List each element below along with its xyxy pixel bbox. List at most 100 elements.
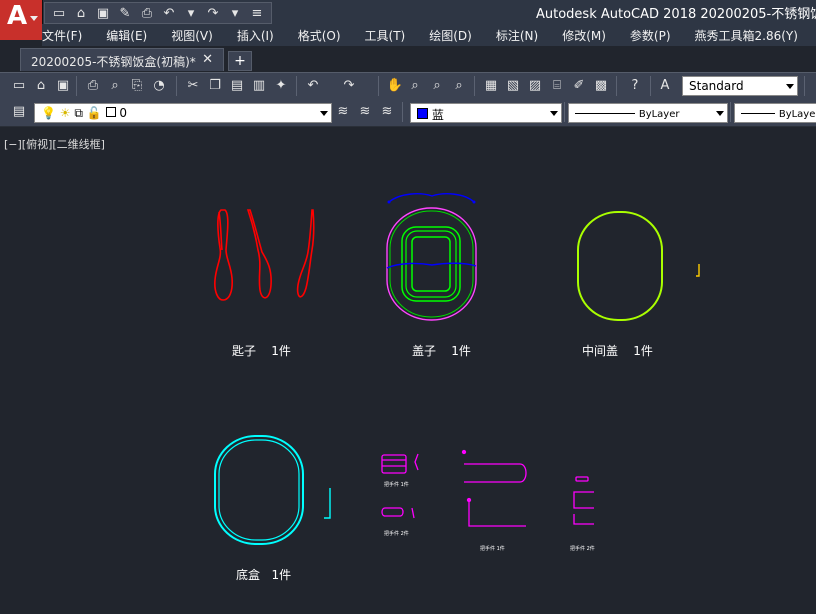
menu-file[interactable]: 文件(F) [42,24,82,46]
markup-icon[interactable]: ✐ [570,77,588,95]
part-label-spoon: 匙子 1件 [232,342,291,359]
zoom-realtime-icon[interactable]: ⌕ [406,77,424,95]
design-center-icon[interactable]: ▧ [504,77,522,95]
linetype-preview [575,113,635,114]
lightbulb-icon: 💡 [41,106,56,120]
layer-name: 0 [119,106,128,120]
close-icon[interactable]: ✕ [202,52,213,67]
plot-icon[interactable]: ⎙ [84,77,102,95]
small-part-name: 把手件 [384,482,400,488]
file-tab-bar: 20200205-不锈钢饭盒(初稿)* ✕ + [0,46,816,71]
sheet-set-icon[interactable]: ⌸ [548,77,566,95]
small-part-qty: 2件 [586,546,595,552]
properties-icon[interactable]: ▦ [482,77,500,95]
menu-dimension[interactable]: 标注(N) [496,24,538,46]
copy-icon[interactable]: ❐ [206,77,224,95]
drawing-area[interactable] [0,128,816,614]
new-icon[interactable]: ▭ [49,3,69,23]
plot-preview-icon[interactable]: ⌕ [106,77,124,95]
linetype-select[interactable]: ByLayer [568,103,728,123]
menu-yanxiu-toolbox[interactable]: 燕秀工具箱2.86(Y) [695,24,798,46]
small-part-name: 把手件 [570,546,586,552]
redo-icon[interactable]: ↷ [340,77,358,95]
text-style-value: Standard [689,79,744,93]
customize-icon[interactable]: ≡ [247,3,267,23]
handle-parts-drawing [381,449,594,527]
redo-dropdown-icon[interactable]: ▾ [225,3,245,23]
color-select[interactable]: 蓝 [410,103,562,123]
small-part-name: 把手件 [384,531,400,537]
print-icon[interactable]: ⎙ [137,3,157,23]
lineweight-preview [741,113,775,114]
new-tab-button[interactable]: + [228,51,252,71]
make-current-layer-icon[interactable]: ≋ [334,103,352,121]
small-part-label: 把手件 1件 [480,545,505,552]
small-part-label: 把手件 2件 [570,545,595,552]
text-style-select[interactable]: Standard [682,76,798,96]
small-part-qty: 1件 [496,546,505,552]
qnew-icon[interactable]: ▭ [10,77,28,95]
menu-modify[interactable]: 修改(M) [562,24,606,46]
application-menu-button[interactable]: A [0,0,43,40]
lid-drawing [386,193,477,321]
sun-icon: ☀ [59,106,71,120]
publish-icon[interactable]: ⎘ [128,77,146,95]
undo-dropdown-icon[interactable]: ▾ [181,3,201,23]
menu-tools[interactable]: 工具(T) [365,24,406,46]
zoom-window-icon[interactable]: ⌕ [428,77,446,95]
part-label-lid: 盖子 1件 [412,342,471,359]
menu-edit[interactable]: 编辑(E) [106,24,147,46]
layer-previous-icon[interactable]: ≋ [356,103,374,121]
autocad-logo: A [7,1,28,31]
paste-icon[interactable]: ▤ [228,77,246,95]
open-icon[interactable]: ⌂ [71,3,91,23]
linetype-value: ByLayer [638,109,680,120]
undo-icon[interactable]: ↶ [159,3,179,23]
layer-properties-icon[interactable]: ▤ [10,103,28,121]
document-tab[interactable]: 20200205-不锈钢饭盒(初稿)* ✕ [20,48,224,71]
small-part-label: 把手件 2件 [384,530,409,537]
redo-icon[interactable]: ↷ [203,3,223,23]
block-editor-icon[interactable]: ✦ [272,77,290,95]
help-icon[interactable]: ? [626,77,644,95]
small-part-qty: 2件 [400,531,409,537]
menu-parametric[interactable]: 参数(P) [630,24,671,46]
3d-print-icon[interactable]: ◔ [150,77,168,95]
tool-palettes-icon[interactable]: ▨ [526,77,544,95]
zoom-previous-icon[interactable]: ⌕ [450,77,468,95]
saveas-icon[interactable]: ✎ [115,3,135,23]
menu-insert[interactable]: 插入(I) [237,24,274,46]
menu-draw[interactable]: 绘图(D) [429,24,472,46]
lineweight-select[interactable]: ByLayer [734,103,816,123]
layer-select[interactable]: 💡 ☀ ⧉ 🔓 0 [34,103,332,123]
part-name: 匙子 [232,344,257,358]
text-style-icon[interactable]: A [656,77,674,95]
lock-icon: 🔓 [86,106,102,120]
spoon-drawing [214,209,315,301]
pan-icon[interactable]: ✋ [386,77,404,95]
part-name: 底盒 [236,568,261,582]
chevron-down-icon [550,111,558,116]
save-icon[interactable]: ▣ [93,3,113,23]
layers-toolbar: ▤ 💡 ☀ ⧉ 🔓 0 ≋ ≋ ≋ 蓝 ByLayer ByLayer [0,99,816,127]
cut-icon[interactable]: ✂ [184,77,202,95]
middle-lid-drawing [577,211,700,321]
open-icon[interactable]: ⌂ [32,77,50,95]
part-qty: 1件 [451,344,471,358]
menu-view[interactable]: 视图(V) [171,24,213,46]
small-part-name: 把手件 [480,546,496,552]
part-qty: 1件 [271,344,291,358]
save-icon[interactable]: ▣ [54,77,72,95]
color-value: 蓝 [431,108,444,122]
chevron-down-icon [786,84,794,89]
layer-color-swatch [105,107,116,117]
match-properties-icon[interactable]: ▥ [250,77,268,95]
small-part-label: 把手件 1件 [384,481,409,488]
menu-format[interactable]: 格式(O) [298,24,341,46]
undo-icon[interactable]: ↶ [304,77,322,95]
part-qty: 1件 [271,568,292,582]
chevron-down-icon [320,111,328,116]
layer-state-icon[interactable]: ≋ [378,103,396,121]
calculator-icon[interactable]: ▩ [592,77,610,95]
color-swatch [417,108,428,119]
